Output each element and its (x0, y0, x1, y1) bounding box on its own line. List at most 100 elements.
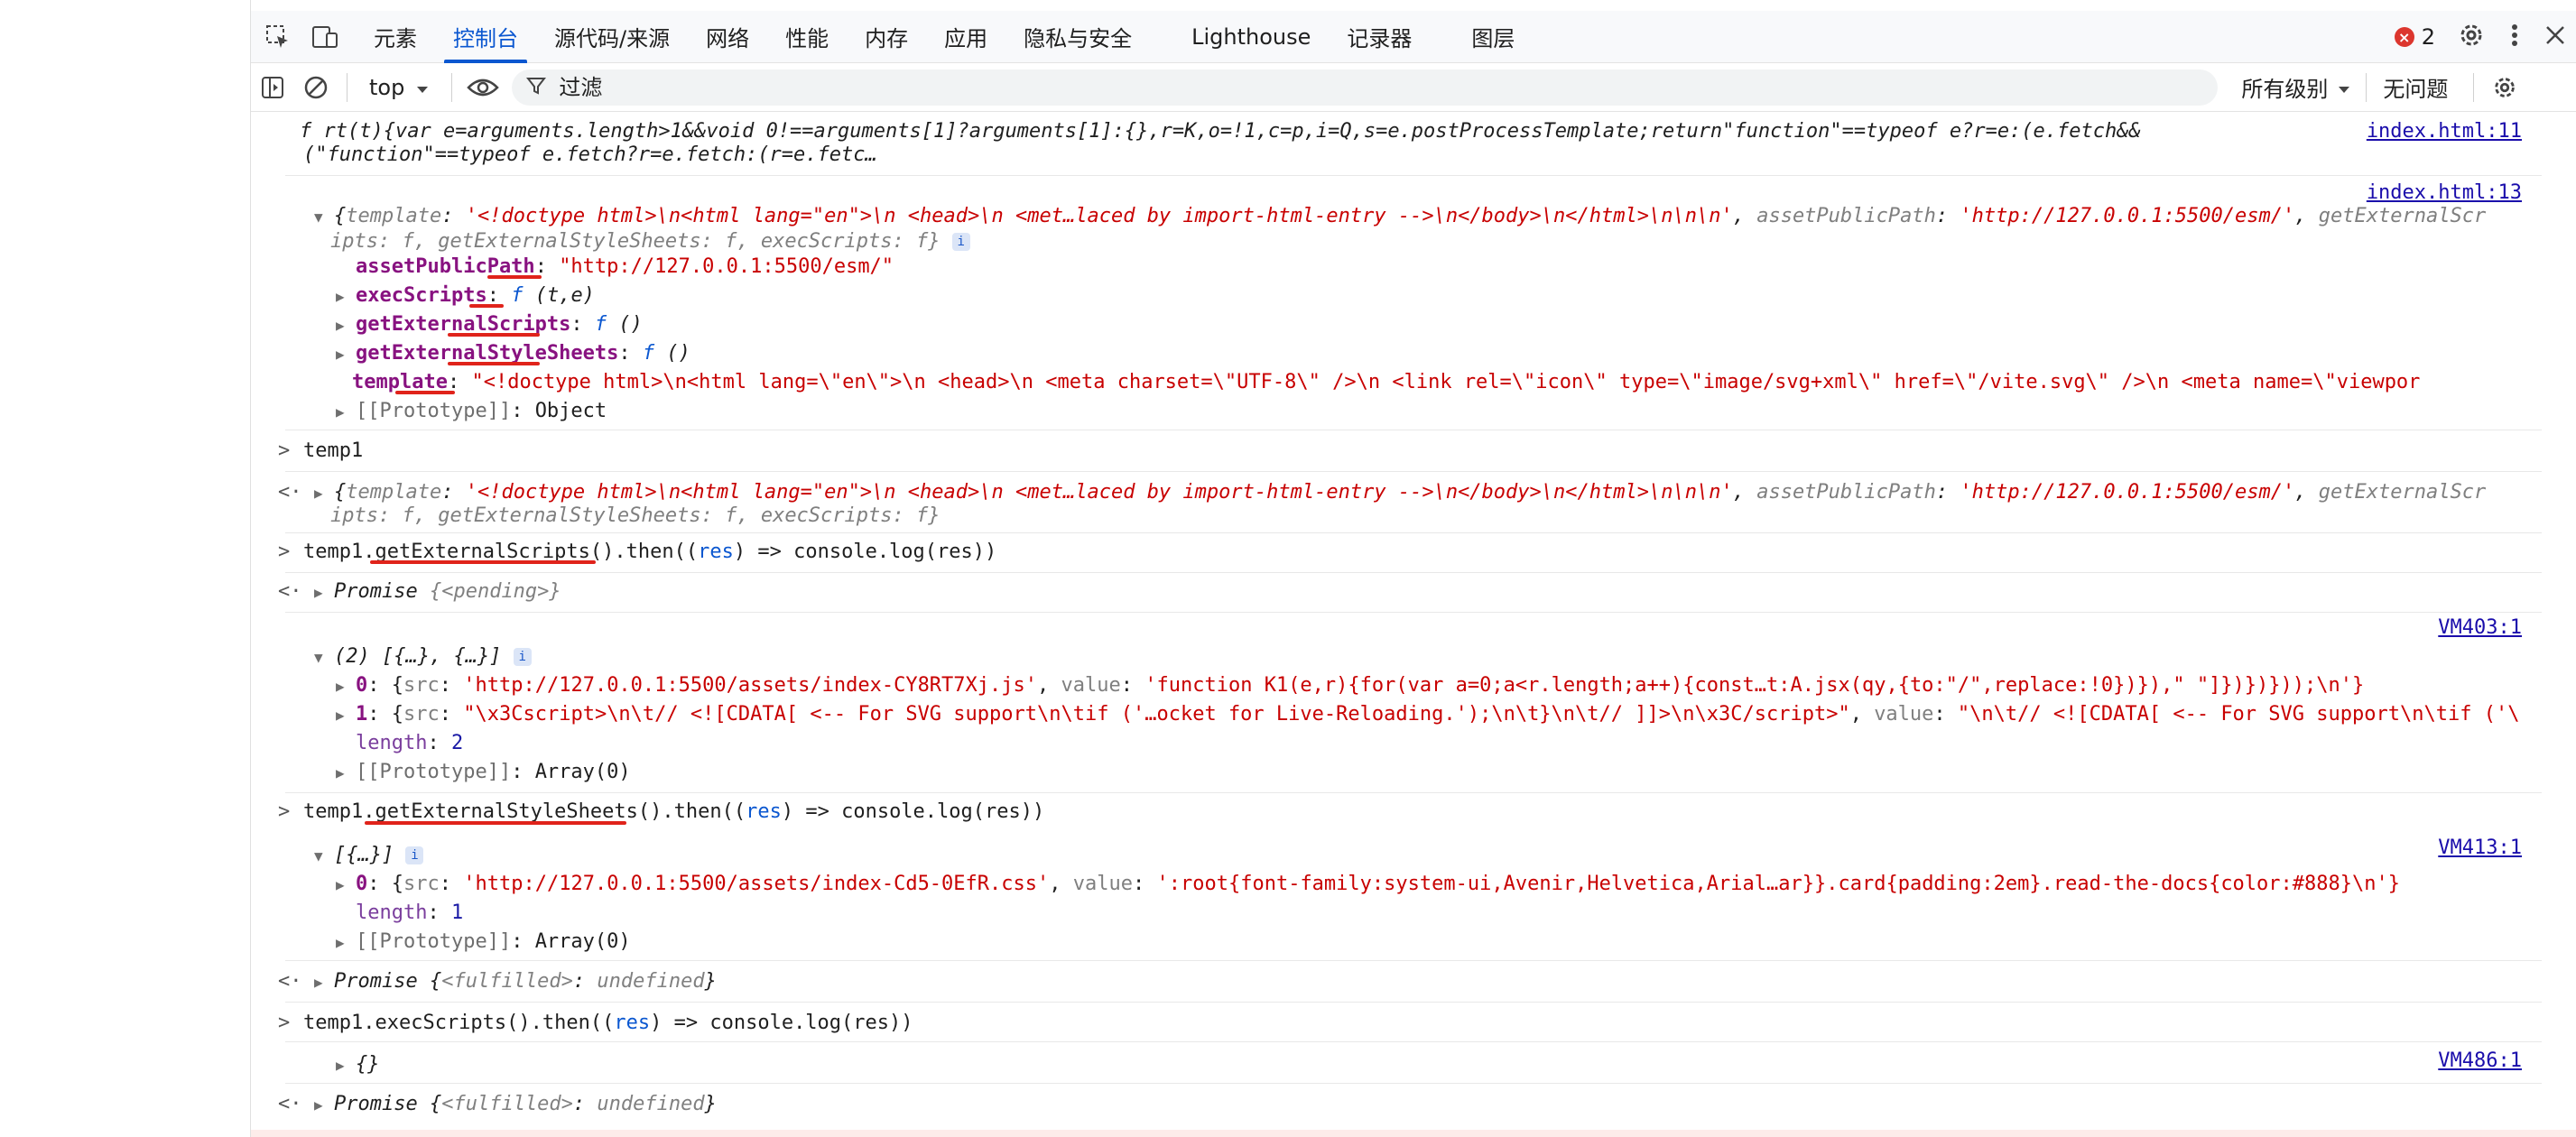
expand-triangle-right-icon[interactable]: ▶ (336, 340, 356, 369)
row-divider (285, 1041, 2542, 1042)
expand-triangle-right-icon[interactable]: ▶ (336, 759, 356, 788)
tab-recorder[interactable]: 记录器 (1329, 11, 1430, 63)
live-expression-icon[interactable] (461, 66, 505, 109)
log-level-value: 所有级别 (2241, 77, 2329, 102)
inspect-element-icon[interactable] (258, 17, 298, 57)
expand-triangle-right-icon[interactable]: ▶ (314, 578, 334, 607)
row-divider (285, 960, 2542, 961)
expand-triangle-down-icon[interactable]: ▼ (314, 842, 334, 871)
prop-get-external-scripts[interactable]: ▶ getExternalScripts: f () (336, 310, 2576, 340)
result-prompt-icon: <· (278, 481, 302, 504)
input-prompt-icon: > (278, 541, 291, 563)
row-divider (285, 471, 2542, 472)
row-divider (285, 572, 2542, 573)
tab-layers[interactable]: 图层 (1453, 11, 1533, 63)
tab-memory[interactable]: 内存 (847, 11, 926, 63)
annotation-underline (469, 304, 504, 308)
array-css-item-0[interactable]: ▶ 0: {src: 'http://127.0.0.1:5500/assets/… (336, 870, 2576, 900)
expand-triangle-right-icon[interactable]: ▶ (336, 672, 356, 701)
array-prototype[interactable]: ▶ [[Prototype]]: Array(0) (336, 758, 2576, 788)
promise-pending[interactable]: ▶ Promise {<pending>} (314, 578, 2576, 607)
console-input-get-external-style-sheets: temp1.getExternalStyleSheets().then((res… (303, 800, 1045, 823)
row-divider (285, 1083, 2542, 1084)
expand-triangle-right-icon[interactable]: ▶ (336, 871, 356, 900)
array-head-2[interactable]: ▼ (2) [{…}, {…}] i (314, 642, 2576, 672)
tab-console[interactable]: 控制台 (435, 11, 536, 63)
tab-sources[interactable]: 源代码/来源 (536, 11, 688, 63)
tab-application[interactable]: 应用 (926, 11, 1005, 63)
expand-triangle-right-icon[interactable]: ▶ (336, 701, 356, 730)
expand-triangle-right-icon[interactable]: ▶ (314, 968, 334, 997)
array-head-1[interactable]: ▼ [{…}] i (314, 841, 2576, 871)
source-link-index-11[interactable]: index.html:11 (2367, 117, 2522, 146)
row-divider (285, 532, 2542, 533)
prop-get-external-style-sheets[interactable]: ▶ getExternalStyleSheets: f () (336, 339, 2576, 369)
tab-lighthouse[interactable]: Lighthouse (1173, 11, 1329, 63)
source-link-vm403[interactable]: VM403:1 (2438, 614, 2522, 642)
filter-input[interactable] (559, 74, 2184, 100)
context-value: top (369, 74, 405, 100)
input-prompt-icon: > (278, 1012, 291, 1034)
issues-button[interactable]: 无问题 (2366, 72, 2464, 102)
expand-triangle-right-icon[interactable]: ▶ (336, 311, 356, 340)
array-css-length: length: 1 (356, 901, 464, 924)
annotation-underline (487, 275, 542, 279)
annotation-underline (448, 333, 540, 337)
error-icon: × (2394, 27, 2414, 47)
expand-triangle-right-icon[interactable]: ▶ (336, 1051, 356, 1080)
result-prompt-icon: <· (278, 1093, 302, 1115)
promise-fulfilled-1[interactable]: ▶ Promise {<fulfilled>: undefined} (314, 967, 2576, 997)
clear-console-icon[interactable] (294, 66, 338, 109)
result-prompt-icon: <· (278, 580, 302, 603)
device-toolbar-icon[interactable] (305, 17, 345, 57)
result-object-line-2: ipts: f, getExternalStyleSheets: f, exec… (330, 504, 941, 527)
prop-asset-public-path: assetPublicPath: "http://127.0.0.1:5500/… (356, 255, 894, 278)
annotation-underline (365, 821, 626, 825)
info-icon[interactable]: i (405, 846, 424, 864)
array-item-1[interactable]: ▶ 1: {src: "\x3Cscript>\n\t// <![CDATA[ <… (336, 700, 2576, 730)
more-vertical-icon[interactable] (2507, 21, 2522, 53)
expand-triangle-right-icon[interactable]: ▶ (314, 1091, 334, 1120)
prop-exec-scripts[interactable]: ▶ execScripts: f (t,e) (336, 282, 2576, 311)
close-icon[interactable] (2544, 23, 2567, 51)
tab-elements[interactable]: 元素 (356, 11, 435, 63)
expand-triangle-right-icon[interactable]: ▶ (336, 398, 356, 427)
result-prompt-icon: <· (278, 970, 302, 993)
array-css-prototype[interactable]: ▶ [[Prototype]]: Array(0) (336, 928, 2576, 957)
input-prompt-icon: > (278, 439, 291, 462)
annotation-underline (448, 362, 540, 365)
tab-privacy-security[interactable]: 隐私与安全 (1005, 11, 1150, 63)
sidebar-toggle-icon[interactable] (251, 66, 294, 109)
array-item-0[interactable]: ▶ 0: {src: 'http://127.0.0.1:5500/assets/… (336, 671, 2576, 701)
console-function-line-2: ("function"==typeof e.fetch?r=e.fetch:(r… (303, 143, 877, 166)
annotation-underline (370, 560, 596, 564)
promise-fulfilled-2[interactable]: ▶ Promise {<fulfilled>: undefined} (314, 1090, 2576, 1120)
error-count: 2 (2421, 24, 2435, 50)
console-messages: f rt(t){var e=arguments.length>1&&void 0… (251, 112, 2576, 1137)
empty-object-result[interactable]: ▶{} (336, 1050, 2576, 1080)
row-divider (285, 1002, 2542, 1003)
context-selector[interactable]: top (357, 75, 442, 100)
expand-triangle-right-icon[interactable]: ▶ (336, 929, 356, 957)
array-length: length: 2 (356, 732, 464, 754)
info-icon[interactable]: i (513, 648, 532, 666)
chevron-down-icon (415, 75, 430, 100)
toolbar-divider (451, 72, 453, 102)
console-toolbar: top 所有级别 无问题 (251, 63, 2576, 112)
prop-prototype-object[interactable]: ▶ [[Prototype]]: Object (336, 397, 2576, 427)
expand-triangle-down-icon[interactable]: ▼ (314, 643, 334, 672)
row-divider (285, 175, 2542, 176)
error-count-badge[interactable]: × 2 (2394, 24, 2435, 50)
gear-icon[interactable] (2457, 21, 2486, 53)
tab-performance[interactable]: 性能 (767, 11, 847, 63)
console-input-get-external-scripts: temp1.getExternalScripts().then((res) =>… (303, 541, 997, 563)
console-settings-gear-icon[interactable] (2483, 66, 2526, 109)
filter-icon (526, 76, 547, 99)
console-input-temp1: temp1 (303, 439, 364, 462)
tab-network[interactable]: 网络 (688, 11, 767, 63)
row-divider (285, 612, 2542, 613)
filter-box[interactable] (512, 69, 2219, 106)
expand-triangle-right-icon[interactable]: ▶ (336, 282, 356, 311)
info-icon[interactable]: i (951, 233, 970, 251)
log-level-selector[interactable]: 所有级别 (2227, 71, 2366, 103)
